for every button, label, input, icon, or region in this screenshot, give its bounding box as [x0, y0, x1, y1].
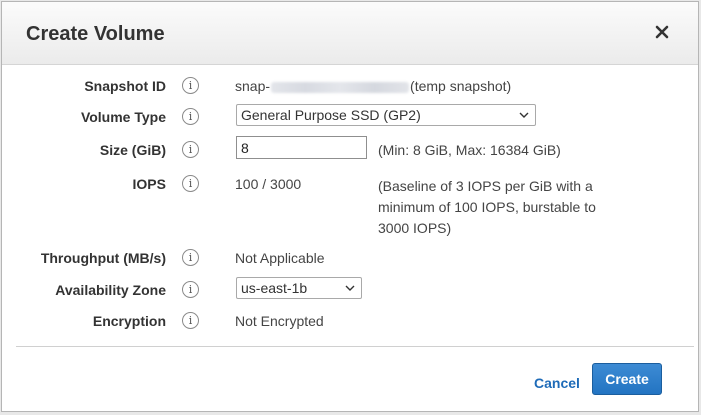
redacted-snapshot-id [271, 82, 410, 94]
iops-hint: (Baseline of 3 IOPS per GiB with a minim… [378, 178, 596, 236]
snapshot-id-value: snap- (temp snapshot) [235, 78, 511, 94]
encryption-value: Not Encrypted [235, 313, 324, 329]
snapshot-id-label: Snapshot ID [84, 78, 166, 94]
info-icon[interactable]: i [182, 108, 199, 125]
info-icon[interactable]: i [182, 141, 199, 158]
close-icon[interactable] [650, 20, 674, 44]
encryption-label: Encryption [92, 313, 166, 329]
volume-type-label: Volume Type [80, 109, 166, 125]
volume-type-select[interactable]: General Purpose SSD (GP2) [236, 104, 536, 126]
throughput-value: Not Applicable [235, 250, 325, 266]
volume-type-selected: General Purpose SSD (GP2) [241, 107, 421, 123]
snapshot-id-suffix: (temp snapshot) [410, 78, 512, 94]
size-label: Size (GiB) [99, 142, 166, 158]
info-icon[interactable]: i [182, 281, 199, 298]
dialog-title: Create Volume [26, 23, 165, 45]
dialog-header: Create Volume [2, 2, 698, 65]
footer-divider [16, 346, 694, 347]
throughput-label: Throughput (MB/s) [40, 250, 166, 266]
availability-zone-label: Availability Zone [55, 282, 166, 298]
availability-zone-selected: us-east-1b [241, 280, 308, 296]
cancel-button[interactable]: Cancel [534, 375, 580, 391]
info-icon[interactable]: i [182, 175, 199, 192]
info-icon[interactable]: i [182, 249, 199, 266]
availability-zone-select[interactable]: us-east-1b [236, 277, 362, 299]
iops-label: IOPS [132, 176, 166, 192]
snapshot-id-prefix: snap- [235, 78, 271, 94]
chevron-down-icon [519, 112, 529, 118]
create-volume-dialog: Create Volume Snapshot ID i snap- (temp s… [1, 1, 699, 412]
info-icon[interactable]: i [182, 77, 199, 94]
info-icon[interactable]: i [182, 312, 199, 329]
iops-value: 100 / 3000 [235, 176, 302, 192]
size-hint: (Min: 8 GiB, Max: 16384 GiB) [378, 142, 561, 158]
size-input[interactable] [236, 136, 367, 159]
chevron-down-icon [345, 285, 355, 291]
create-button[interactable]: Create [592, 363, 662, 395]
